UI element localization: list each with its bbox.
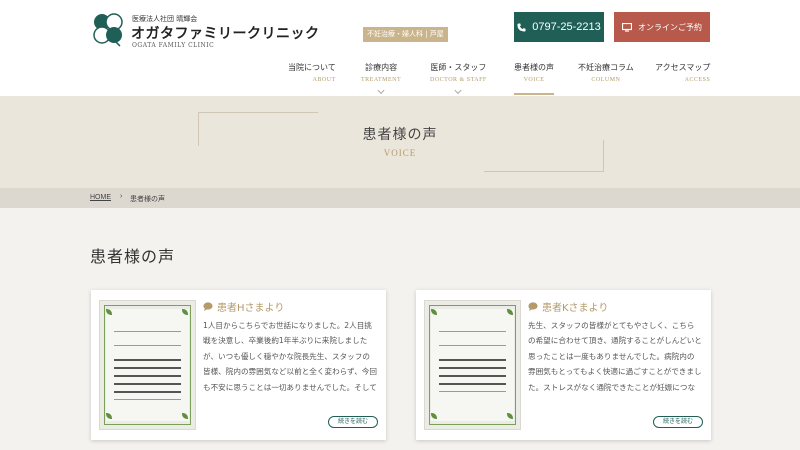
phone-button[interactable]: 0797-25-2213 xyxy=(514,12,604,42)
chevron-down-icon xyxy=(377,86,385,95)
logo-english-name: OGATA FAMILY CLINIC xyxy=(132,42,215,49)
nav-voice-en: VOICE xyxy=(523,77,545,83)
vine-border xyxy=(429,305,516,425)
letter-line xyxy=(439,391,506,392)
nav-item-about[interactable]: 当院について ABOUT xyxy=(288,62,336,83)
letter-line xyxy=(114,367,181,369)
speech-bubble-icon xyxy=(528,302,538,311)
clinic-logo[interactable]: 医療法人社団 晴輝会 オガタファミリークリニック OGATA FAMILY CL… xyxy=(90,10,448,50)
nav-item-doctor-staff[interactable]: 医師・スタッフ DOCTOR & STAFF xyxy=(430,62,487,95)
card-title[interactable]: 患者Kさまより xyxy=(528,299,608,314)
nav-column-en: COLUMN xyxy=(591,77,621,83)
nav-treatment-label: 診療内容 xyxy=(365,63,398,72)
phone-icon xyxy=(517,22,526,32)
nav-item-treatment[interactable]: 診療内容 TREATMENT xyxy=(361,62,402,95)
nav-treatment-en: TREATMENT xyxy=(361,77,402,83)
handwritten-letter-image[interactable] xyxy=(424,300,521,430)
nav-about-en: ABOUT xyxy=(312,77,336,83)
online-reservation-label: オンラインご予約 xyxy=(638,22,702,32)
page-hero: 患者様の声 VOICE xyxy=(0,96,800,188)
breadcrumb-home-link[interactable]: HOME xyxy=(90,194,111,201)
hero-frame-line xyxy=(198,112,318,113)
read-more-button[interactable]: 続きを読む xyxy=(653,416,703,428)
card-title-text: 患者Kさまより xyxy=(542,303,609,314)
read-more-button[interactable]: 続きを読む xyxy=(328,416,378,428)
vine-border xyxy=(104,305,191,425)
monitor-icon xyxy=(622,22,632,32)
site-header: 医療法人社団 晴輝会 オガタファミリークリニック OGATA FAMILY CL… xyxy=(0,0,800,96)
nav-column-label: 不妊治療コラム xyxy=(578,63,634,72)
letter-line xyxy=(439,375,506,377)
nav-doctor-label: 医師・スタッフ xyxy=(430,63,487,72)
card-excerpt: 1人目からこちらでお世話になりました。2人目挑戦を決意し、卒業後約1年半ぶりに来… xyxy=(203,321,377,392)
clover-logo-icon xyxy=(93,13,123,47)
letter-line xyxy=(114,375,181,377)
nav-item-column[interactable]: 不妊治療コラム COLUMN xyxy=(578,62,634,83)
phone-number: 0797-25-2213 xyxy=(532,21,601,33)
letter-line xyxy=(114,383,181,385)
page-subtitle: VOICE xyxy=(383,148,417,158)
card-title[interactable]: 患者Hさまより xyxy=(203,299,284,314)
letter-line xyxy=(439,367,506,369)
letter-line xyxy=(114,399,181,400)
logo-clinic-name: オガタファミリークリニック xyxy=(131,26,320,42)
breadcrumb-separator: › xyxy=(120,193,123,200)
nav-access-en: ACCESS xyxy=(684,77,711,83)
hero-frame-line xyxy=(484,171,604,172)
letter-line xyxy=(114,345,181,346)
nav-doctor-en: DOCTOR & STAFF xyxy=(430,77,487,83)
voice-card[interactable]: 患者Hさまより 1人目からこちらでお世話になりました。2人目挑戦を決意し、卒業後… xyxy=(91,290,386,440)
letter-line xyxy=(114,331,181,332)
handwritten-letter-image[interactable] xyxy=(99,300,196,430)
letter-line xyxy=(114,391,181,393)
card-title-text: 患者Hさまより xyxy=(217,303,285,314)
section-title: 患者様の声 xyxy=(90,247,176,266)
page-title: 患者様の声 xyxy=(362,127,438,143)
nav-item-access[interactable]: アクセスマップ ACCESS xyxy=(655,62,710,83)
breadcrumb-current: 患者様の声 xyxy=(130,195,165,203)
breadcrumb: HOME › 患者様の声 xyxy=(0,188,800,208)
nav-voice-label: 患者様の声 xyxy=(514,63,554,72)
card-excerpt: 先生、スタッフの皆様がとてもやさしく、こちらの希望に合わせて頂き、通院することが… xyxy=(528,321,702,392)
nav-about-label: 当院について xyxy=(288,63,336,72)
letter-line xyxy=(114,359,181,361)
online-reservation-button[interactable]: オンラインご予約 xyxy=(614,12,710,42)
nav-active-indicator xyxy=(514,93,554,95)
speech-bubble-icon xyxy=(203,302,213,311)
letter-line xyxy=(439,383,506,385)
letter-line xyxy=(439,331,506,332)
nav-access-label: アクセスマップ xyxy=(655,63,711,72)
nav-item-voice[interactable]: 患者様の声 VOICE xyxy=(514,62,554,95)
letter-line xyxy=(439,359,506,361)
voice-card[interactable]: 患者Kさまより 先生、スタッフの皆様がとてもやさしく、こちらの希望に合わせて頂き… xyxy=(416,290,711,440)
logo-specialty-tag: 不妊治療・婦人科 | 芦屋 xyxy=(363,27,448,42)
letter-line xyxy=(439,345,506,346)
chevron-down-icon xyxy=(454,86,462,95)
